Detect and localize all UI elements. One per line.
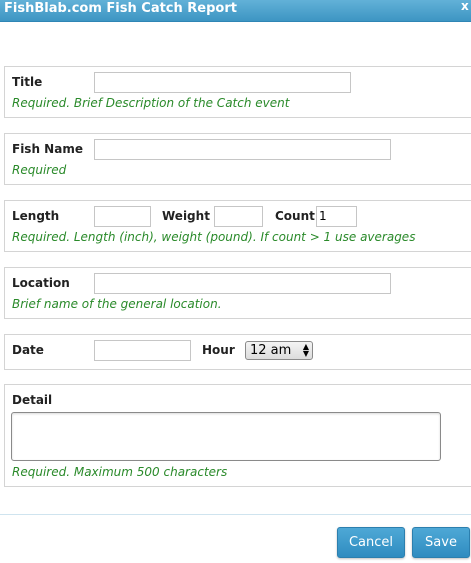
title-section: Title Required. Brief Description of the…: [4, 66, 471, 118]
detail-textarea[interactable]: [11, 412, 441, 461]
datetime-section: Date Hour 12 am ▲ ▼: [4, 334, 471, 370]
title-hint: Required. Brief Description of the Catch…: [12, 96, 290, 110]
close-icon[interactable]: x: [461, 0, 469, 14]
date-label: Date: [12, 343, 44, 357]
measurements-section: Length Weight Count 1 Required. Length (…: [4, 200, 471, 252]
dialog-titlebar: FishBlab.com Fish Catch Report x: [0, 0, 471, 22]
length-label: Length: [12, 209, 60, 223]
count-input[interactable]: 1: [316, 206, 357, 227]
weight-label: Weight: [162, 209, 210, 223]
count-label: Count: [275, 209, 315, 223]
detail-hint: Required. Maximum 500 characters: [12, 465, 228, 479]
fish-name-input[interactable]: [94, 139, 391, 160]
detail-label: Detail: [12, 393, 53, 407]
title-input[interactable]: [94, 72, 351, 93]
location-section: Location Brief name of the general locat…: [4, 267, 471, 319]
length-input[interactable]: [94, 206, 151, 227]
measurements-hint: Required. Length (inch), weight (pound).…: [12, 230, 416, 244]
footer-divider: [0, 514, 471, 515]
hour-selected-value: 12 am: [250, 343, 292, 358]
save-button[interactable]: Save: [412, 527, 470, 558]
fish-name-hint: Required: [12, 163, 67, 177]
hour-label: Hour: [202, 343, 235, 357]
fish-name-section: Fish Name Required: [4, 133, 471, 185]
hour-select[interactable]: 12 am ▲ ▼: [245, 341, 313, 360]
spinner-arrows-icon: ▲ ▼: [302, 342, 309, 358]
weight-input[interactable]: [214, 206, 263, 227]
cancel-button[interactable]: Cancel: [337, 527, 405, 558]
location-label: Location: [12, 276, 70, 290]
detail-section: Detail Required. Maximum 500 characters: [4, 384, 471, 487]
title-label: Title: [12, 75, 43, 89]
location-input[interactable]: [94, 273, 391, 294]
date-input[interactable]: [94, 340, 191, 361]
location-hint: Brief name of the general location.: [12, 297, 222, 311]
dialog-title: FishBlab.com Fish Catch Report: [4, 1, 237, 16]
fish-name-label: Fish Name: [12, 142, 83, 156]
